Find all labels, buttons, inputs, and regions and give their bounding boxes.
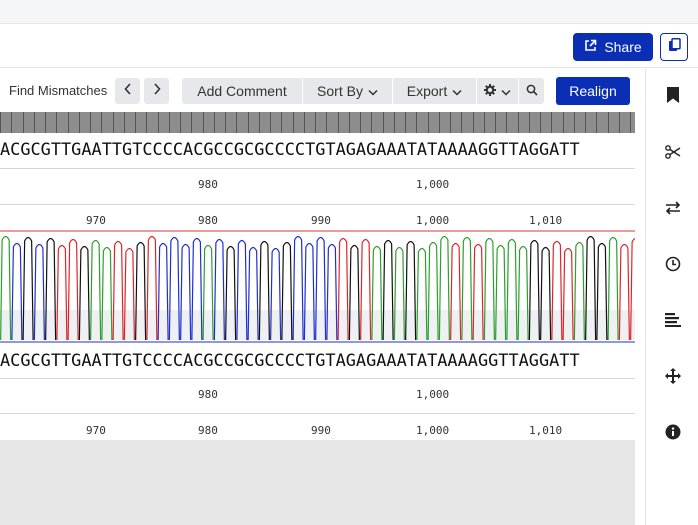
ruler-label: 1,000 [416, 214, 450, 227]
ruler-label: 1,000 [416, 388, 450, 401]
share-button[interactable]: Share [573, 33, 653, 61]
ruler-label: 990 [311, 214, 331, 227]
ruler-label: 980 [198, 424, 218, 437]
ruler-label: 980 [198, 388, 218, 401]
ruler-label: 990 [311, 424, 331, 437]
next-mismatch-button[interactable] [144, 78, 169, 104]
settings-button[interactable] [477, 78, 518, 104]
chevron-left-icon [123, 82, 132, 100]
external-link-icon [584, 39, 597, 55]
copy-icon [668, 37, 681, 57]
scissors-icon[interactable] [663, 142, 683, 162]
divider [0, 168, 635, 169]
divider [0, 413, 635, 414]
ruler-label: 1,000 [416, 424, 450, 437]
move-icon[interactable] [663, 366, 683, 386]
ruler-label: 980 [198, 214, 218, 227]
export-button[interactable]: Export [393, 78, 476, 104]
realign-label: Realign [569, 83, 617, 99]
read-sequence: ACGCGTTGAATTGTCCCCACGCCGCGCCCCTGTAGAGAAA… [0, 350, 580, 370]
bookmark-icon[interactable] [663, 85, 683, 105]
header-bar: Share [0, 25, 698, 68]
divider [0, 378, 635, 379]
chevron-down-icon [368, 83, 378, 99]
search-icon [526, 83, 538, 99]
share-label: Share [604, 39, 642, 55]
chevron-down-icon [452, 83, 462, 99]
top-strip [0, 0, 698, 24]
divider [0, 204, 635, 205]
ruler-label: 980 [198, 178, 218, 191]
right-sidebar [645, 69, 698, 525]
coverage-bar [0, 112, 635, 133]
previous-mismatch-button[interactable] [115, 78, 140, 104]
search-button[interactable] [519, 78, 544, 104]
find-mismatches-label: Find Mismatches [9, 83, 108, 98]
chromatogram-trace [0, 230, 635, 343]
chevron-right-icon [153, 82, 161, 100]
swap-arrows-icon[interactable] [663, 198, 683, 218]
info-icon[interactable] [663, 422, 683, 442]
add-comment-button[interactable]: Add Comment [182, 78, 302, 104]
alignment-view[interactable]: ACGCGTTGAATTGTCCCCACGCCGCGCCCCTGTAGAGAAA… [0, 112, 635, 440]
copy-button[interactable] [660, 33, 688, 61]
align-left-icon[interactable] [663, 310, 683, 330]
alignment-toolbar: Find Mismatches Add Comment Sort By Expo… [0, 69, 645, 112]
ruler-label: 1,010 [529, 214, 563, 227]
clock-icon[interactable] [663, 254, 683, 274]
chevron-down-icon [501, 83, 511, 99]
empty-panel [0, 440, 635, 525]
ruler-label: 970 [86, 214, 106, 227]
ruler-label: 1,000 [416, 178, 450, 191]
realign-button[interactable]: Realign [556, 77, 630, 105]
reference-sequence: ACGCGTTGAATTGTCCCCACGCCGCGCCCCTGTAGAGAAA… [0, 139, 580, 159]
add-comment-label: Add Comment [197, 83, 287, 99]
ruler-label: 970 [86, 424, 106, 437]
sort-by-button[interactable]: Sort By [303, 78, 392, 104]
sort-by-label: Sort By [317, 83, 363, 99]
export-label: Export [406, 83, 448, 99]
ruler-label: 1,010 [529, 424, 563, 437]
gear-icon [484, 83, 496, 99]
